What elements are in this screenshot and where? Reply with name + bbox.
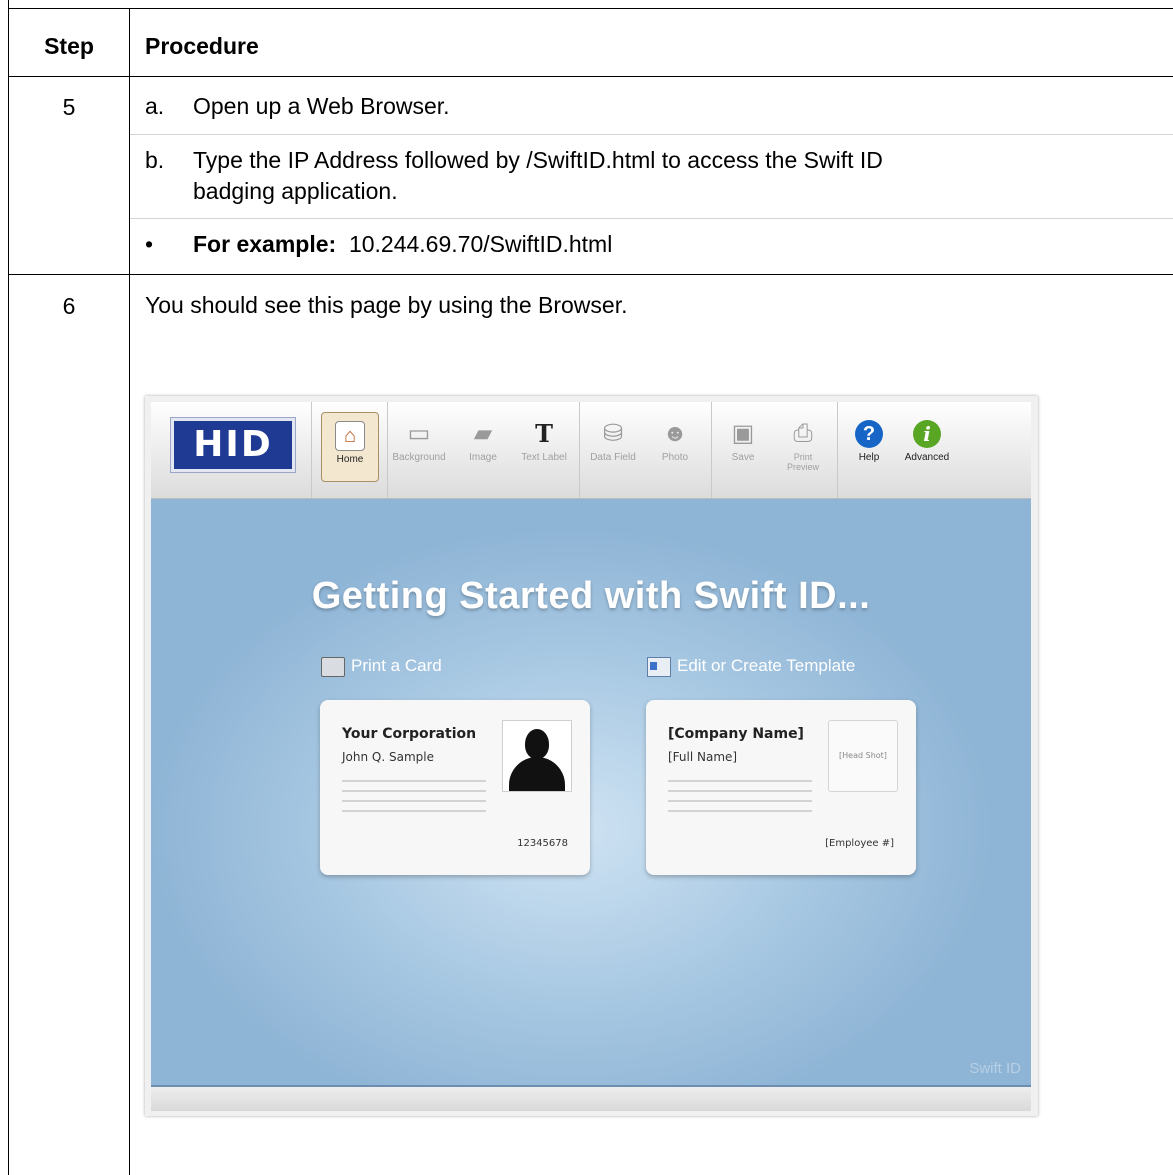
edit-template-link[interactable]: Edit or Create Template: [647, 656, 855, 677]
sample-card[interactable]: Your Corporation John Q. Sample 12345678: [320, 700, 590, 875]
card-line: [668, 780, 812, 782]
silhouette-body: [509, 757, 565, 791]
edit-template-label: Edit or Create Template: [677, 656, 856, 675]
example-value: 10.244.69.70/SwiftID.html: [348, 231, 613, 257]
help-label: Help: [858, 452, 880, 463]
header-step: Step: [44, 33, 94, 59]
row-separator: [130, 218, 1173, 219]
row-separator: [130, 134, 1173, 135]
data-field-label: Data Field: [590, 452, 636, 463]
substep-a: a. Open up a Web Browser.: [145, 91, 450, 122]
database-icon: ⛁: [602, 420, 624, 447]
print-preview-button[interactable]: ⎙ Print Preview: [773, 420, 833, 472]
card-number: [Employee #]: [825, 838, 894, 849]
substep-letter: b.: [145, 147, 165, 173]
procedure-text: You should see this page by using the Br…: [145, 292, 628, 318]
card-organization: [Company Name]: [668, 726, 804, 742]
card-name: [Full Name]: [668, 750, 738, 764]
card-number: 12345678: [517, 838, 568, 849]
card-name: John Q. Sample: [342, 750, 434, 764]
template-icon: [647, 656, 671, 677]
image-label: Image: [469, 452, 497, 463]
help-icon: ?: [855, 420, 883, 448]
card-line: [342, 790, 486, 792]
bullet: •: [145, 231, 154, 257]
image-folder-icon: ▰: [473, 420, 493, 447]
save-label: Save: [731, 452, 755, 463]
toolbar-divider: [387, 402, 388, 498]
example-label: For example:: [193, 231, 337, 257]
background-label: Background: [392, 452, 446, 463]
procedure-table: Step Procedure 5 a. Open up a Web Browser…: [8, 0, 1173, 1175]
printer-icon: [321, 656, 345, 677]
table-row-step-6: 6 You should see this page by using the …: [9, 275, 1173, 1175]
toolbar-divider: [711, 402, 712, 498]
print-card-link[interactable]: Print a Card: [321, 656, 442, 677]
card-line: [668, 800, 812, 802]
hid-logo: HID: [171, 418, 295, 472]
substep-b: b. Type the IP Address followed by /Swift…: [145, 145, 883, 207]
table-row-step-5: 5 a. Open up a Web Browser. b. Type the IP…: [9, 76, 1173, 275]
card-organization: Your Corporation: [342, 726, 477, 742]
save-icon: ▣: [731, 420, 755, 447]
text-label-label: Text Label: [521, 452, 567, 463]
photo-label: Photo: [661, 452, 689, 463]
text-label-button[interactable]: T Text Label: [514, 419, 574, 464]
headshot-silhouette: [502, 720, 572, 792]
advanced-label: Advanced: [904, 452, 950, 463]
advanced-button[interactable]: i Advanced: [897, 420, 957, 463]
home-label: Home: [336, 454, 364, 465]
print-card-label: Print a Card: [351, 656, 442, 675]
background-icon: ▭: [407, 420, 431, 447]
toolbar-divider: [579, 402, 580, 498]
info-icon: i: [913, 420, 941, 448]
swift-id-watermark: Swift ID: [969, 1060, 1021, 1077]
toolbar-divider: [837, 402, 838, 498]
table-header-row: Step Procedure: [9, 8, 1173, 77]
save-button[interactable]: ▣ Save: [713, 420, 773, 463]
text-label-icon: T: [535, 419, 553, 448]
image-button[interactable]: ▰ Image: [453, 420, 513, 463]
swift-id-screenshot: HID ⌂ Home ▭ Background ▰ Image T Text L…: [145, 396, 1038, 1116]
silhouette-head: [525, 729, 549, 759]
example-line: • For example: 10.244.69.70/SwiftID.html: [145, 229, 612, 260]
substep-text: Type the IP Address followed by /SwiftID…: [193, 147, 883, 173]
header-procedure: Procedure: [145, 33, 259, 59]
substep-text-continued: badging application.: [193, 178, 398, 204]
card-line: [342, 810, 486, 812]
card-line: [342, 800, 486, 802]
toolbar-divider: [311, 402, 312, 498]
background-button[interactable]: ▭ Background: [389, 420, 449, 463]
home-button[interactable]: ⌂ Home: [321, 412, 379, 482]
home-icon: ⌂: [335, 421, 365, 451]
substep-letter: a.: [145, 93, 165, 119]
card-line: [668, 810, 812, 812]
data-field-button[interactable]: ⛁ Data Field: [583, 420, 643, 463]
printer-icon: ⎙: [793, 420, 813, 447]
print-preview-label: Print Preview: [786, 452, 819, 472]
headshot-placeholder: [Head Shot]: [828, 720, 898, 792]
card-line: [342, 780, 486, 782]
getting-started-title: Getting Started with Swift ID...: [311, 575, 871, 617]
photo-button[interactable]: ☻ Photo: [645, 420, 705, 463]
step-number: 5: [62, 94, 76, 120]
photo-icon: ☻: [662, 420, 688, 447]
step-number: 6: [62, 293, 76, 319]
card-line: [668, 790, 812, 792]
start-canvas: Getting Started with Swift ID... Print a…: [151, 499, 1031, 1085]
toolbar: HID ⌂ Home ▭ Background ▰ Image T Text L…: [151, 402, 1031, 499]
substep-text: Open up a Web Browser.: [193, 93, 450, 119]
status-bar: [151, 1085, 1031, 1111]
help-button[interactable]: ? Help: [839, 420, 899, 463]
template-card[interactable]: [Company Name] [Full Name] [Head Shot] […: [646, 700, 916, 875]
